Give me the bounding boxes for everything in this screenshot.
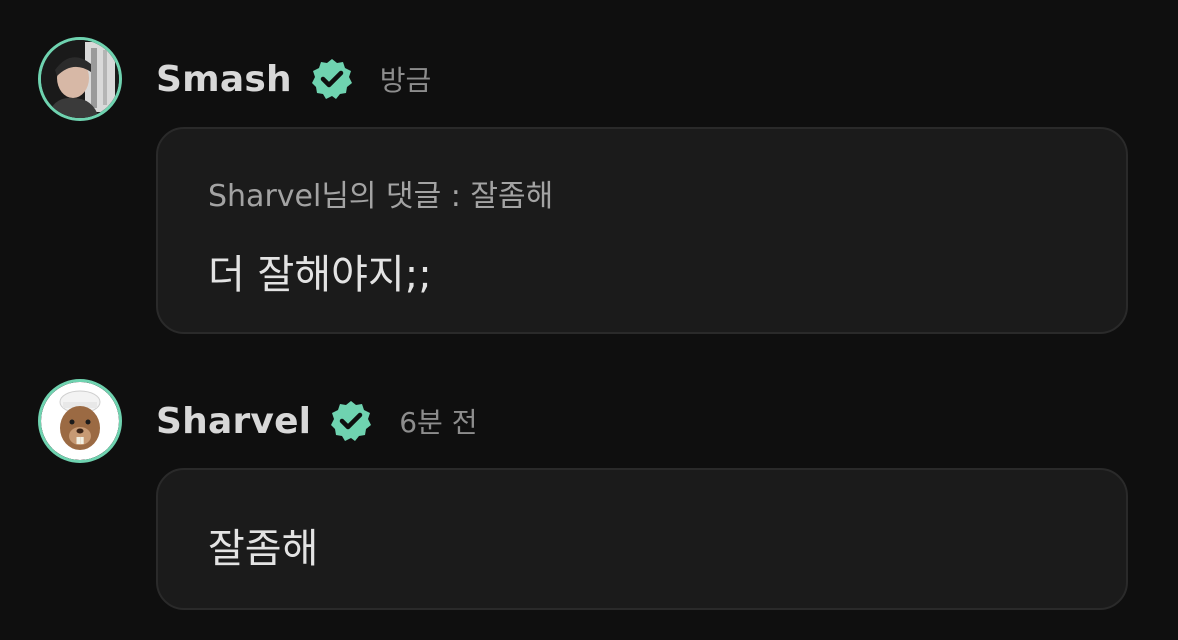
verified-badge-icon: [310, 57, 354, 101]
comment-bubble: Sharvel님의 댓글 : 잘좀해 더 잘해야지;;: [156, 127, 1128, 334]
avatar[interactable]: [38, 37, 122, 121]
timestamp: 방금: [379, 64, 432, 97]
avatar[interactable]: [38, 379, 122, 463]
username[interactable]: Sharvel: [156, 401, 311, 442]
comment-thread: Smash 방금 Sharvel님의 댓글 : 잘좀해 더 잘해야지;; Sha…: [0, 0, 1178, 640]
comment-header: Smash 방금: [38, 34, 431, 124]
comment-header: Sharvel 6분 전: [38, 376, 477, 466]
beaver-avatar-icon: [41, 382, 119, 460]
comment-bubble: 잘좀해: [156, 468, 1128, 610]
comment-text: 잘좀해: [208, 526, 319, 572]
reply-reference[interactable]: Sharvel님의 댓글 : 잘좀해: [208, 171, 553, 215]
user-photo-avatar-icon: [41, 40, 119, 118]
timestamp: 6분 전: [399, 406, 478, 439]
username[interactable]: Smash: [156, 59, 292, 100]
comment-text: 더 잘해야지;;: [208, 252, 432, 298]
verified-badge-icon: [329, 399, 373, 443]
